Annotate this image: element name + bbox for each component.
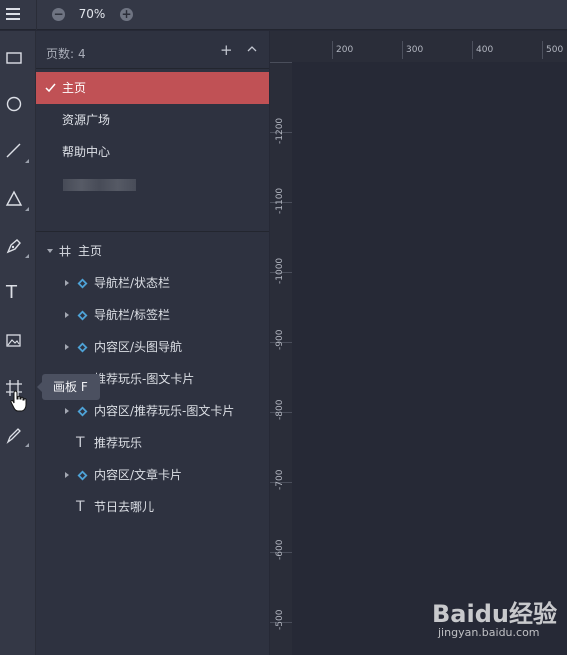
ruler-label: -500 [275,609,285,630]
text-layer-icon: T [76,499,85,515]
page-item-home[interactable]: 主页 [36,72,269,104]
symbol-icon [77,278,88,289]
expand-arrow-icon[interactable] [65,408,69,414]
pages-panel: 页数: 4 + 主页 资源广场 帮助中心 主页 导航栏/状态栏 导航栏/标签栏 内… [36,31,269,655]
submenu-indicator [25,254,29,258]
pen-icon [6,239,21,254]
ruler-label: -900 [275,329,285,350]
ellipse-tool[interactable] [0,86,36,122]
zoom-in-button[interactable]: + [120,8,133,21]
line-icon [6,143,21,158]
submenu-indicator [25,443,29,447]
page-item-help[interactable]: 帮助中心 [36,136,269,168]
ruler-label: -1000 [275,257,285,284]
tool-bar: T [0,31,36,655]
image-icon [6,334,21,347]
expand-arrow-icon[interactable] [65,280,69,286]
horizontal-ruler: 200 300 400 500 [270,31,567,62]
ruler-label: -700 [275,469,285,490]
artboard-icon [59,245,71,257]
layer-label: 内容区/文章卡片 [94,468,183,482]
triangle-tool[interactable] [0,181,36,217]
layer-label: 内容区/推荐玩乐-图文卡片 [94,404,235,418]
divider [36,231,269,232]
expand-arrow-icon[interactable] [65,344,69,350]
top-bar: − 70% + [0,0,567,30]
symbol-icon [77,470,88,481]
layer-item[interactable]: 内容区/文章卡片 [36,459,269,491]
ruler-label: 500 [541,41,564,59]
add-page-button[interactable]: + [220,41,233,59]
pages-header: 页数: 4 + [36,31,269,69]
text-tool[interactable]: T [0,275,36,311]
ellipse-icon [6,96,22,112]
collapse-icon[interactable] [246,43,258,55]
ruler-label: -600 [275,539,285,560]
watermark-url: jingyan.baidu.com [438,626,540,639]
image-tool[interactable] [0,323,36,359]
ruler-label: 300 [401,41,424,59]
layer-item[interactable]: 内容区/头图导航 [36,331,269,363]
page-item-label: 资源广场 [62,113,111,127]
layer-label: 导航栏/状态栏 [94,276,171,290]
layer-label: 推荐玩乐-图文卡片 [94,372,195,386]
expand-arrow-icon[interactable] [65,472,69,478]
symbol-icon [77,310,88,321]
text-icon: T [6,282,17,303]
text-layer-icon: T [76,435,85,451]
vertical-ruler: -1200 -1100 -1000 -900 -800 -700 -600 -5… [270,62,292,655]
zoom-out-button[interactable]: − [52,8,65,21]
pages-label: 页数: 4 [46,47,86,61]
pencil-icon [6,428,21,444]
ruler-label: -1100 [275,187,285,214]
layer-item[interactable]: 导航栏/标签栏 [36,299,269,331]
menu-icon[interactable] [4,5,22,23]
check-icon [45,83,56,93]
hand-cursor-icon [10,390,27,412]
layer-artboard-home[interactable]: 主页 [36,235,269,267]
layer-item[interactable]: 导航栏/状态栏 [36,267,269,299]
ruler-tick [270,62,292,63]
expand-arrow-icon[interactable] [65,312,69,318]
pencil-tool[interactable] [0,417,36,453]
symbol-icon [77,406,88,417]
submenu-indicator [25,207,29,211]
line-tool[interactable] [0,133,36,169]
rectangle-tool[interactable] [0,40,36,76]
layer-label: 节日去哪儿 [94,500,155,514]
page-item-resources[interactable]: 资源广场 [36,104,269,136]
watermark-brand: Baidu经验 [432,600,557,628]
symbol-icon [77,342,88,353]
layer-item[interactable]: T 推荐玩乐 [36,427,269,459]
zoom-level[interactable]: 70% [70,7,114,21]
pen-tool[interactable] [0,228,36,264]
ruler-label: -1200 [275,117,285,144]
pages-count: 4 [78,47,86,61]
page-item-label: 主页 [62,81,87,95]
baidu-watermark: Baidu经验 jingyan.baidu.com [432,592,562,644]
submenu-indicator [25,159,29,163]
layer-label: 主页 [78,244,103,258]
layer-label: 内容区/头图导航 [94,340,183,354]
layer-label: 推荐玩乐 [94,436,143,450]
page-item-blurred[interactable] [63,179,136,191]
triangle-icon [5,190,23,206]
artboard-tooltip: 画板 F [37,374,100,400]
ruler-label: 400 [471,41,494,59]
rectangle-icon [6,52,22,64]
page-item-label: 帮助中心 [62,145,111,159]
expand-arrow-icon[interactable] [47,249,53,253]
layer-item[interactable]: T 节日去哪儿 [36,491,269,523]
divider [36,0,37,30]
ruler-label: -800 [275,399,285,420]
ruler-label: 200 [331,41,354,59]
layer-label: 导航栏/标签栏 [94,308,171,322]
